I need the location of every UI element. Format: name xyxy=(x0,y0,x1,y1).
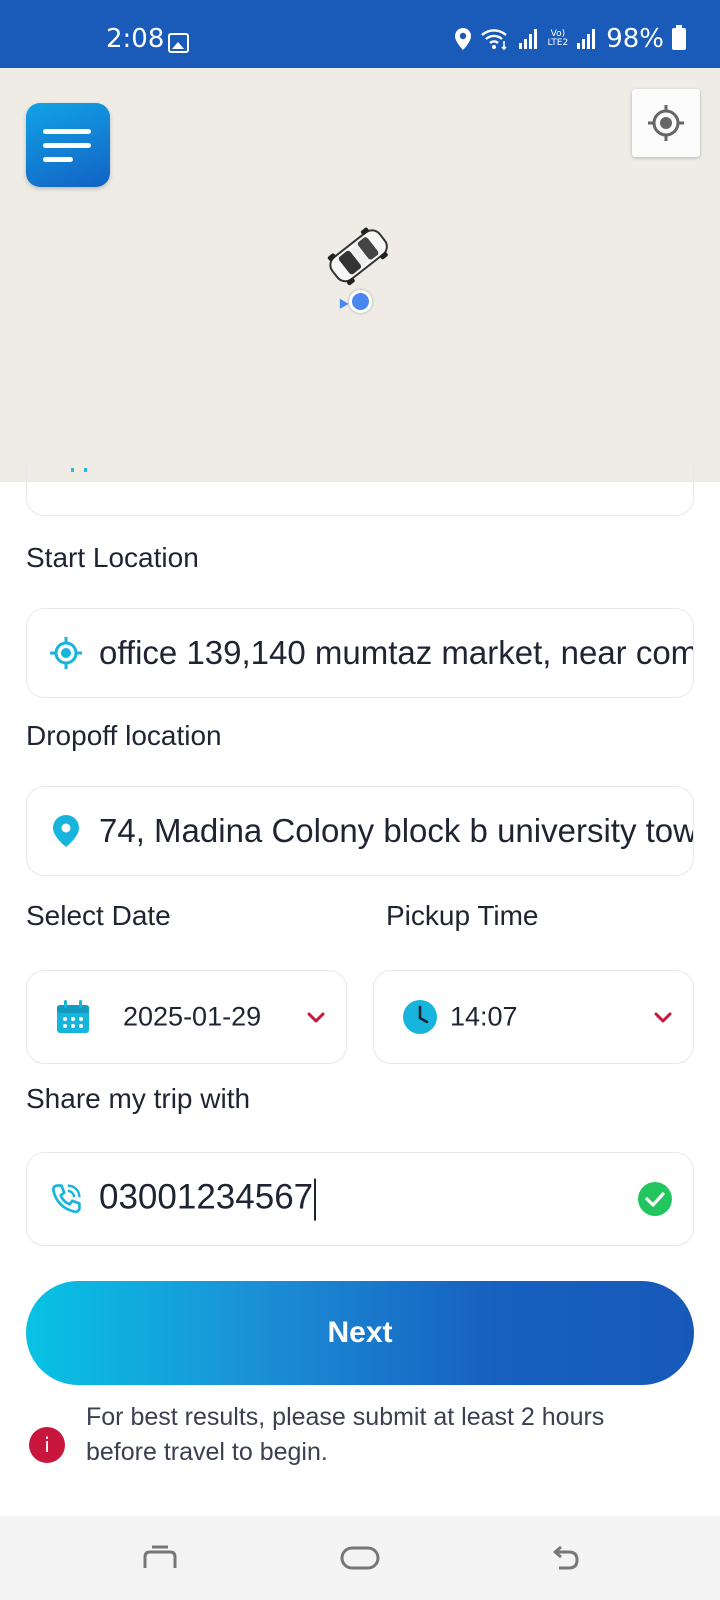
partial-field xyxy=(26,462,694,516)
phone-call-icon xyxy=(49,1182,83,1216)
next-button[interactable]: Next xyxy=(26,1281,694,1385)
map-view[interactable] xyxy=(0,68,720,482)
crosshair-icon xyxy=(49,636,83,670)
status-time: 2:08 xyxy=(106,24,165,54)
select-date-dropdown[interactable]: 2025-01-29 xyxy=(26,970,347,1064)
signal-icon xyxy=(518,29,537,49)
status-bar: 2:08 Vo) LTE2 98% xyxy=(0,0,720,68)
share-trip-phone-value: 03001234567 xyxy=(99,1177,317,1221)
start-location-value: office 139,140 mumtaz market, near comme… xyxy=(99,634,693,671)
check-circle-icon xyxy=(638,1182,672,1216)
car-icon xyxy=(327,227,388,286)
menu-line-icon xyxy=(43,128,91,134)
share-trip-phone-input[interactable]: 03001234567 xyxy=(26,1152,694,1246)
share-trip-label: Share my trip with xyxy=(26,1083,251,1114)
wifi-icon xyxy=(480,29,507,51)
menu-line-icon xyxy=(43,156,73,162)
system-nav-bar xyxy=(0,1516,720,1600)
lte-label: LTE2 xyxy=(547,38,569,48)
select-date-label: Select Date xyxy=(26,900,171,931)
menu-button[interactable] xyxy=(26,103,110,187)
volte-badge: Vo) LTE2 xyxy=(548,30,569,48)
back-button[interactable] xyxy=(545,1540,585,1576)
select-date-value: 2025-01-29 xyxy=(123,1001,262,1032)
start-location-field[interactable]: office 139,140 mumtaz market, near comme… xyxy=(26,608,694,698)
chevron-down-icon xyxy=(654,1012,672,1023)
phone-number-text: 03001234567 xyxy=(99,1177,314,1217)
trip-form-sheet: Start Location office 139,140 mumtaz mar… xyxy=(0,462,720,1516)
signal-icon-2 xyxy=(577,29,596,49)
battery-icon xyxy=(672,25,686,50)
menu-line-icon xyxy=(43,142,91,148)
pickup-time-dropdown[interactable]: 14:07 xyxy=(373,970,694,1064)
calendar-icon xyxy=(57,1000,89,1033)
home-icon xyxy=(340,1546,380,1570)
clock-icon xyxy=(403,1000,437,1034)
chevron-down-icon xyxy=(307,1012,325,1023)
dropoff-location-label: Dropoff location xyxy=(26,720,222,751)
location-status-icon xyxy=(454,28,471,50)
pickup-time-value: 14:07 xyxy=(450,1001,518,1032)
battery-percent: 98% xyxy=(606,24,664,54)
map-pin-icon xyxy=(49,814,83,848)
back-arrow-icon xyxy=(553,1545,579,1570)
gallery-notification-icon xyxy=(168,33,189,53)
dropoff-location-field[interactable]: 74, Madina Colony block b university tow… xyxy=(26,786,694,876)
crosshair-icon xyxy=(648,105,684,141)
status-indicators: Vo) LTE2 98% xyxy=(454,24,686,54)
home-button[interactable] xyxy=(340,1540,380,1576)
pickup-time-label: Pickup Time xyxy=(386,900,539,931)
recent-apps-icon xyxy=(143,1545,177,1568)
info-icon: i xyxy=(29,1427,65,1463)
heading-arrow-icon xyxy=(335,296,349,309)
my-location-button[interactable] xyxy=(632,89,700,157)
start-location-label: Start Location xyxy=(26,542,199,573)
dropoff-location-value: 74, Madina Colony block b university tow… xyxy=(99,812,694,849)
location-dot-icon xyxy=(349,290,372,313)
text-cursor xyxy=(314,1178,317,1221)
recent-apps-button[interactable] xyxy=(140,1540,180,1576)
partial-field-icon xyxy=(71,468,87,472)
info-note: For best results, please submit at least… xyxy=(86,1403,605,1466)
